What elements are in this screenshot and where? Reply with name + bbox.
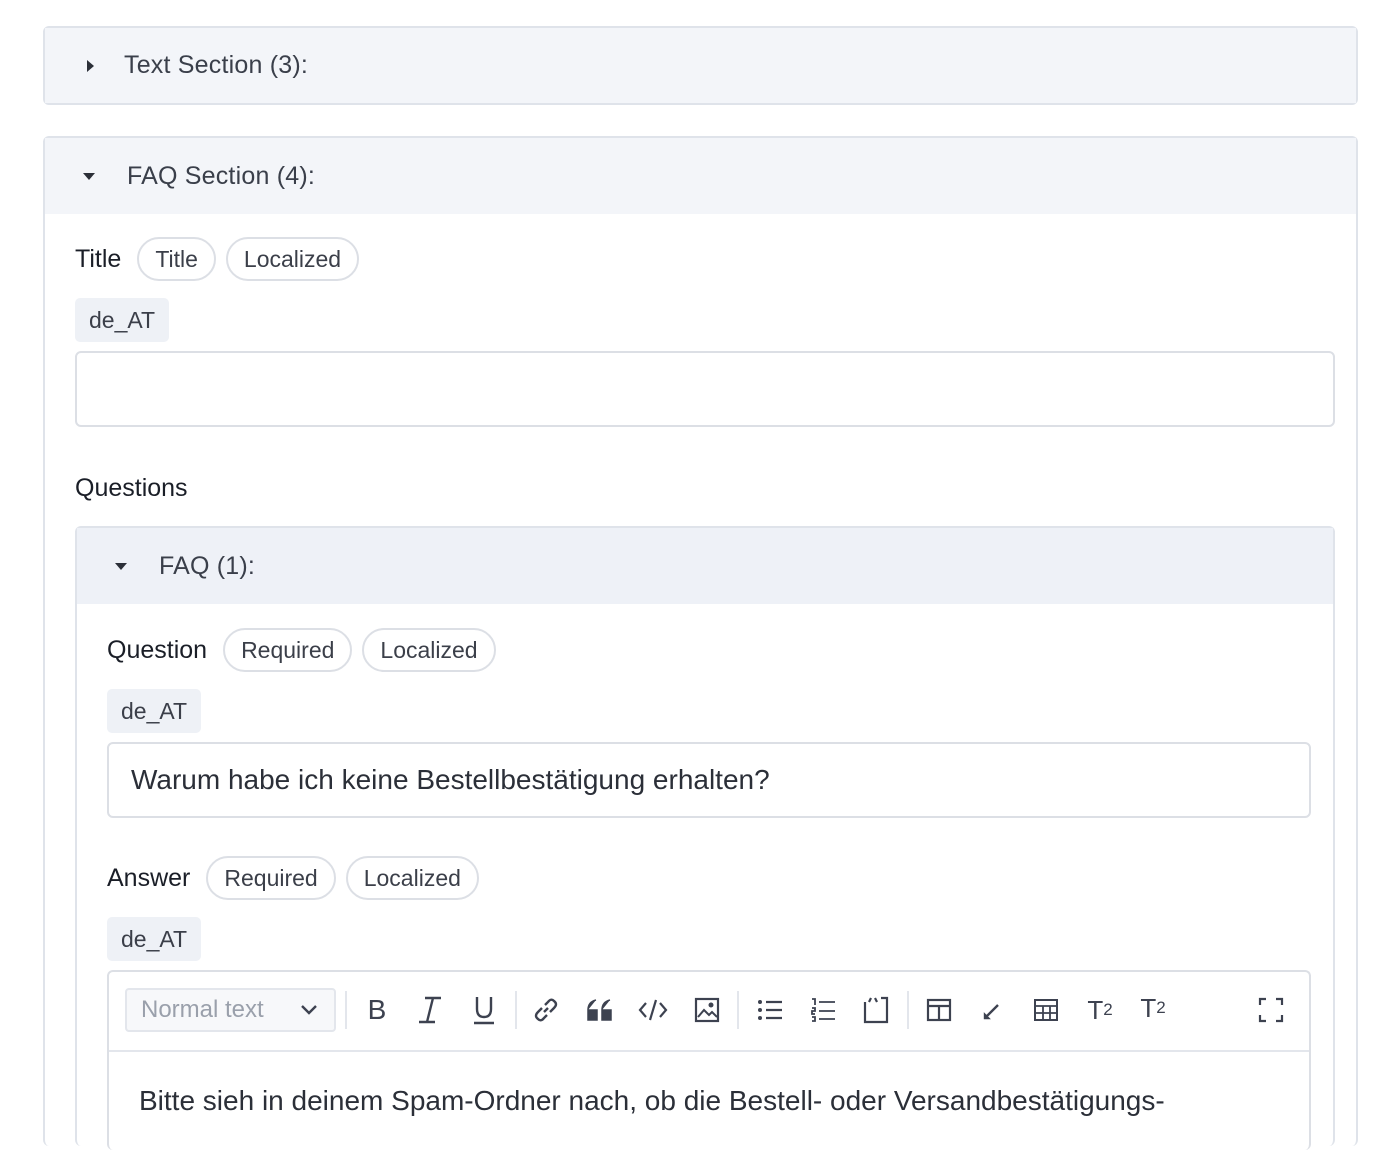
quote-icon[interactable] xyxy=(582,992,618,1028)
questions-label: Questions xyxy=(75,474,188,502)
toolbar-separator xyxy=(737,991,739,1029)
text-section-label: Text Section (3): xyxy=(124,51,309,79)
code-block-icon[interactable] xyxy=(858,992,894,1028)
chevron-down-icon xyxy=(301,1005,317,1015)
answer-locale-tag: de_AT xyxy=(107,917,202,961)
faq-section-label: FAQ Section (4): xyxy=(127,161,315,190)
title-field-label: Title xyxy=(75,244,122,273)
italic-icon[interactable] xyxy=(412,992,448,1028)
caret-down-icon xyxy=(115,562,127,570)
highlight-icon[interactable] xyxy=(975,992,1011,1028)
localized-chip: Localized xyxy=(225,237,360,281)
faq-section-header[interactable]: FAQ Section (4): xyxy=(45,138,1356,214)
bold-icon[interactable]: B xyxy=(359,992,395,1028)
format-select-value: Normal text xyxy=(141,996,264,1023)
question-field-label: Question xyxy=(107,635,208,664)
required-chip: Required xyxy=(223,628,353,672)
title-locale-tag: de_AT xyxy=(75,298,170,342)
faq-item-label: FAQ (1): xyxy=(159,551,256,580)
title-field-header: Title Title Localized xyxy=(75,237,369,281)
title-chip: Title xyxy=(137,237,216,281)
text-section-panel: Text Section (3): xyxy=(43,26,1358,105)
toolbar-separator xyxy=(515,991,517,1029)
underline-icon[interactable] xyxy=(466,992,502,1028)
code-icon[interactable] xyxy=(635,992,671,1028)
editor-content[interactable]: Bitte sieh in deinem Spam-Ordner nach, o… xyxy=(139,1085,1165,1117)
question-locale-tag: de_AT xyxy=(107,689,202,733)
format-select[interactable]: Normal text xyxy=(125,988,336,1032)
question-input[interactable]: Warum habe ich keine Bestellbestätigung … xyxy=(107,742,1311,818)
toolbar-separator xyxy=(907,991,909,1029)
toolbar-separator xyxy=(345,991,347,1029)
answer-field-header: Answer Required Localized xyxy=(107,856,489,900)
faq-item-header[interactable]: FAQ (1): xyxy=(77,528,1333,604)
text-section-header[interactable]: Text Section (3): xyxy=(45,28,1356,103)
answer-field-label: Answer xyxy=(107,863,191,892)
caret-right-icon xyxy=(87,59,94,72)
layout-icon[interactable] xyxy=(921,992,957,1028)
question-field-header: Question Required Localized xyxy=(107,628,506,672)
link-icon[interactable] xyxy=(528,992,564,1028)
localized-chip: Localized xyxy=(345,856,479,900)
required-chip: Required xyxy=(206,856,336,900)
fullscreen-icon[interactable] xyxy=(1253,992,1289,1028)
numbered-list-icon[interactable] xyxy=(805,992,841,1028)
superscript-icon[interactable]: T2 xyxy=(1135,990,1171,1026)
bullet-list-icon[interactable] xyxy=(752,992,788,1028)
title-input[interactable] xyxy=(75,351,1335,427)
table-icon[interactable] xyxy=(1028,992,1064,1028)
caret-down-icon xyxy=(83,172,95,180)
localized-chip: Localized xyxy=(362,628,496,672)
image-icon[interactable] xyxy=(689,992,725,1028)
subscript-icon[interactable]: T2 xyxy=(1082,992,1118,1028)
